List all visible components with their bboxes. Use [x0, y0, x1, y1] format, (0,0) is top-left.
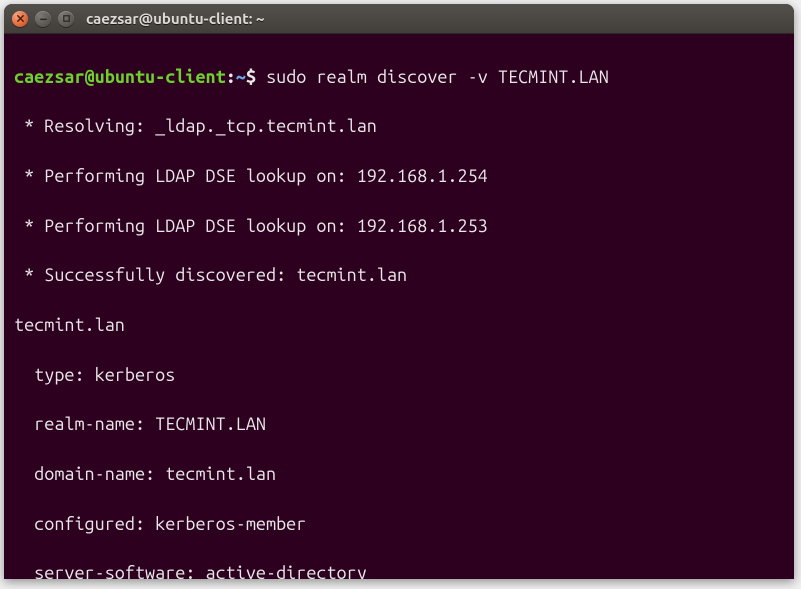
prompt-path: ~ [236, 67, 246, 87]
prompt-line-1: caezsar@ubuntu-client:~$ sudo realm disc… [14, 65, 784, 90]
window-title: caezsar@ubuntu-client: ~ [86, 10, 264, 27]
minimize-icon[interactable] [35, 11, 51, 27]
terminal-body[interactable]: caezsar@ubuntu-client:~$ sudo realm disc… [4, 34, 794, 579]
close-icon[interactable] [12, 11, 28, 27]
prompt-host: ubuntu-client [95, 67, 226, 87]
prompt-colon: : [226, 67, 236, 87]
output-line: * Resolving: _ldap._tcp.tecmint.lan [14, 114, 784, 139]
output-line: tecmint.lan [14, 313, 784, 338]
output-line: realm-name: TECMINT.LAN [14, 412, 784, 437]
command-text: sudo realm discover -v TECMINT.LAN [266, 67, 609, 87]
at-sign: @ [85, 67, 95, 87]
prompt-dollar: $ [246, 67, 266, 87]
output-line: * Performing LDAP DSE lookup on: 192.168… [14, 164, 784, 189]
output-line: domain-name: tecmint.lan [14, 462, 784, 487]
titlebar[interactable]: caezsar@ubuntu-client: ~ [4, 4, 794, 34]
output-line: * Performing LDAP DSE lookup on: 192.168… [14, 214, 784, 239]
terminal-window: caezsar@ubuntu-client: ~ caezsar@ubuntu-… [4, 4, 794, 579]
window-buttons [12, 11, 74, 27]
output-line: * Successfully discovered: tecmint.lan [14, 263, 784, 288]
output-line: configured: kerberos-member [14, 512, 784, 537]
maximize-icon[interactable] [58, 11, 74, 27]
output-line: type: kerberos [14, 363, 784, 388]
output-line: server-software: active-directory [14, 561, 784, 579]
prompt-user: caezsar [14, 67, 85, 87]
